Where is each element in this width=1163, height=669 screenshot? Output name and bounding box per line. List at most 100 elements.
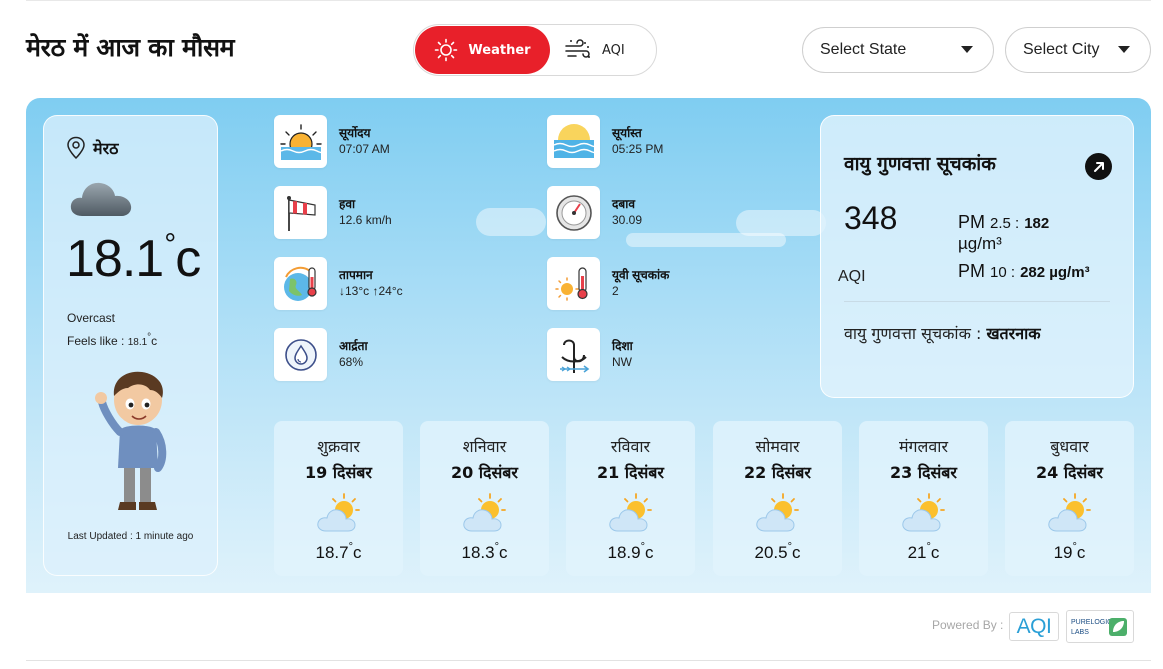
top-divider — [26, 0, 1151, 1]
aqi-status-label: वायु गुणवत्ता सूचकांक : — [844, 324, 982, 343]
pm10-label: PM — [958, 261, 985, 281]
background-cloud — [476, 208, 546, 236]
aqi-status: वायु गुणवत्ता सूचकांक : खतरनाक — [844, 322, 1041, 344]
humidity-label: आर्द्रता — [339, 339, 368, 353]
humidity-stat: आर्द्रता 68% — [274, 328, 368, 381]
partly-sunny-icon — [901, 493, 945, 532]
bottom-divider — [26, 660, 1151, 661]
feels-like-unit: c — [151, 334, 158, 348]
forecast-date: 22 दिसंबर — [744, 463, 811, 482]
forecast-day: शुक्रवार — [317, 437, 360, 456]
pm25-unit: µg/m³ — [958, 234, 1002, 253]
sunrise-value: 07:07 AM — [339, 142, 390, 156]
thermometer-globe-icon — [274, 257, 327, 310]
windsock-icon — [274, 186, 327, 239]
sunrise-stat: सूर्योदय 07:07 AM — [274, 115, 390, 168]
uv-index-icon — [547, 257, 600, 310]
partly-sunny-icon — [608, 493, 652, 532]
partly-sunny-icon — [1047, 493, 1091, 532]
direction-label: दिशा — [612, 339, 633, 353]
last-updated: Last Updated : 1 minute ago — [67, 531, 194, 542]
forecast-temp: 19°c — [1005, 541, 1134, 563]
aqi-logo-text: AQI — [1016, 614, 1052, 638]
aqi-card-title: वायु गुणवत्ता सूचकांक — [844, 153, 996, 175]
forecast-temp-unit: c — [792, 543, 801, 562]
purelogic-logo-text: PURELOGIC LABS — [1071, 619, 1113, 636]
state-select-label: Select State — [820, 41, 907, 58]
pm25-label: PM — [958, 212, 985, 232]
background-cloud — [626, 233, 786, 247]
forecast-date: 23 दिसंबर — [890, 463, 957, 482]
sunrise-icon — [274, 115, 327, 168]
degree-symbol: ° — [164, 228, 176, 261]
forecast-temp: 18.9°c — [566, 541, 695, 563]
temperature-label: तापमान — [339, 268, 373, 282]
pressure-label: दबाव — [612, 197, 636, 211]
leaf-icon — [1109, 618, 1127, 636]
humidity-icon — [274, 328, 327, 381]
air-wind-icon — [565, 39, 590, 58]
mascot-boy-illustration — [95, 371, 167, 510]
forecast-card: रविवार 21 दिसंबर 18.9°c — [566, 421, 695, 576]
weather-tab-label: Weather — [468, 42, 531, 58]
forecast-temp-unit: c — [499, 543, 508, 562]
aqi-divider — [844, 301, 1110, 302]
pm25-value: 182 — [1024, 215, 1050, 232]
temperature-unit: c — [175, 230, 201, 288]
purelogic-labs-logo[interactable]: PURELOGIC LABS — [1066, 610, 1134, 643]
overcast-cloud-icon — [70, 182, 132, 216]
aqi-value: 348 — [844, 200, 898, 236]
sunset-value: 05:25 PM — [612, 142, 664, 156]
forecast-temp-value: 21 — [907, 543, 927, 562]
weather-aqi-toggle: Weather AQI — [413, 24, 657, 76]
feels-like-label: Feels like : — [67, 334, 125, 348]
pm25-sub: 2.5 : — [990, 215, 1020, 232]
forecast-temp-unit: c — [930, 543, 940, 562]
forecast-day: शनिवार — [462, 437, 507, 456]
forecast-temp-value: 18.7 — [315, 543, 349, 562]
uv-value: 2 — [612, 284, 619, 298]
sun-icon — [435, 38, 458, 62]
wind-label: हवा — [339, 197, 356, 211]
open-aqi-button[interactable] — [1085, 153, 1112, 180]
forecast-date: 20 दिसंबर — [451, 463, 518, 482]
aqi-tab-label: AQI — [602, 42, 625, 58]
aqi-unit-label: AQI — [838, 268, 866, 285]
uv-label: यूवी सूचकांक — [612, 268, 670, 282]
forecast-temp: 18.7°c — [274, 541, 403, 563]
aqi-status-value: खतरनाक — [986, 324, 1041, 343]
forecast-temp-unit: c — [645, 543, 654, 562]
direction-value: NW — [612, 355, 632, 369]
powered-by-label: Powered By : — [932, 618, 1004, 632]
page-title: मेरठ में आज का मौसम — [26, 33, 235, 62]
current-weather-card: मेरठ 18.1°c Overcast Feels like : 18.1°c… — [43, 115, 218, 576]
current-temperature: 18.1°c — [66, 228, 201, 289]
forecast-date: 21 दिसंबर — [597, 463, 664, 482]
temperature-value: 18.1 — [66, 230, 164, 288]
feels-like: Feels like : 18.1°c — [67, 332, 157, 348]
forecast-card: सोमवार 22 दिसंबर 20.5°c — [713, 421, 842, 576]
partly-sunny-icon — [755, 493, 799, 532]
temperature-stat: तापमान ↓13°c ↑24°c — [274, 257, 403, 310]
forecast-temp-value: 19 — [1053, 543, 1073, 562]
partly-sunny-icon — [316, 493, 360, 532]
forecast-day: रविवार — [610, 437, 651, 456]
forecast-day: बुधवार — [1050, 437, 1089, 456]
aqi-tab[interactable]: AQI — [564, 26, 654, 74]
temperature-range-value: ↓13°c ↑24°c — [339, 284, 403, 298]
chevron-down-icon — [1118, 46, 1130, 53]
forecast-temp-unit: c — [1076, 543, 1086, 562]
forecast-date: 24 दिसंबर — [1036, 463, 1103, 482]
forecast-temp: 20.5°c — [713, 541, 842, 563]
barometer-icon — [547, 186, 600, 239]
forecast-day: मंगलवार — [898, 437, 948, 456]
city-name: मेरठ — [93, 139, 119, 158]
sunrise-label: सूर्योदय — [339, 126, 371, 140]
weather-tab[interactable]: Weather — [415, 26, 550, 74]
aqi-logo[interactable]: AQI — [1009, 612, 1059, 641]
condition-text: Overcast — [67, 311, 116, 325]
city-label-row: मेरठ — [66, 136, 118, 160]
state-select[interactable]: Select State — [802, 27, 994, 73]
pressure-value: 30.09 — [612, 213, 643, 227]
city-select[interactable]: Select City — [1005, 27, 1151, 73]
